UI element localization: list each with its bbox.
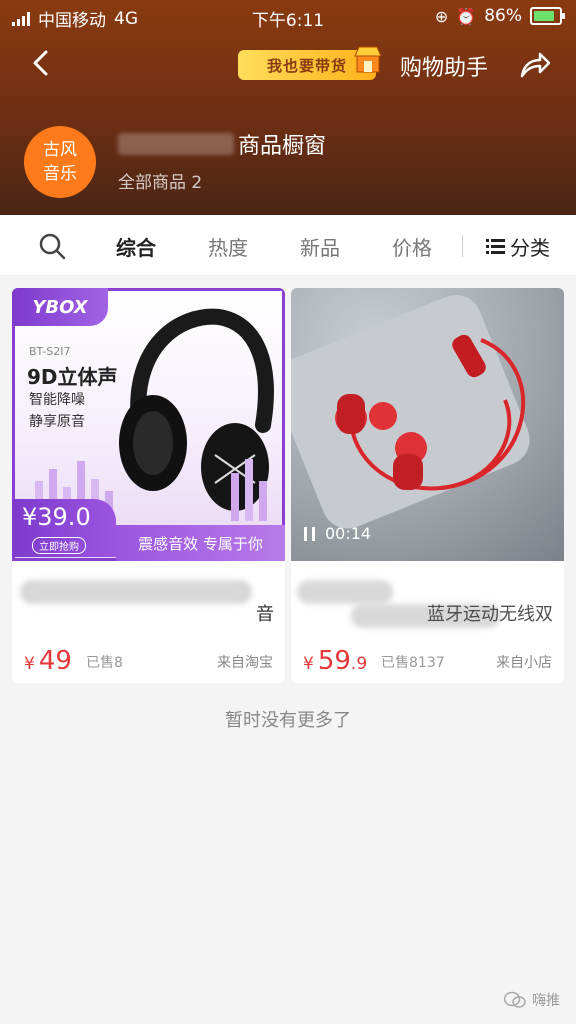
price-integer: 49 [38, 646, 72, 676]
slogan-text: 震感音效 专属于你 [138, 534, 263, 553]
product-title: 蓝牙运动无线双 耳入耳挂脖式耳机【所有手 [303, 570, 553, 630]
product-title-text: 音 乐游戏运动型跑步耳麦电脑 [256, 604, 274, 625]
source-label: 来自小店 [496, 655, 552, 671]
search-icon[interactable] [38, 232, 66, 260]
lock-rotation-icon: ⊕ [434, 6, 449, 26]
feature-text-2: 静享原音 [29, 414, 85, 430]
price-decimal: .9 [350, 654, 368, 674]
model-text: BT-S2I7 [29, 345, 71, 358]
promo-label: 我也要带货 [266, 56, 347, 75]
no-more-text: 暂时没有更多了 [225, 710, 351, 731]
shop-product-count: 全部商品 2 [118, 173, 203, 193]
shopping-assistant-button[interactable]: 购物助手 [400, 50, 488, 82]
currency-symbol: ¥ [24, 654, 35, 674]
battery-icon [530, 7, 565, 25]
tab-comprehensive[interactable]: 综合 [116, 232, 156, 261]
price-tag-overlay: ¥39.0 立即抢购 [12, 499, 116, 557]
slogan-bar: 震感音效 专属于你 [116, 525, 285, 561]
promo-button[interactable]: 我也要带货 [238, 46, 382, 80]
wechat-icon [504, 991, 526, 1008]
headline-text: 9D立体声 [27, 365, 118, 389]
product-image[interactable]: YBOX BT-S2I7 9D立体声 智能降噪 静享原音 ¥39.0 立即抢购 … [12, 288, 285, 561]
tab-new[interactable]: 新品 [300, 232, 340, 261]
share-icon[interactable] [518, 50, 552, 80]
feature-text-1: 智能降噪 [29, 392, 85, 408]
product-price: ¥ 59 .9 [303, 646, 367, 676]
shop-avatar[interactable]: 古风 音乐 [24, 126, 96, 198]
product-card[interactable]: 00:14 蓝牙运动无线双 耳入耳挂脖式耳机【所有手 ¥ 59 .9 已售813… [291, 288, 564, 683]
product-title: 音 乐游戏运动型跑步耳麦电脑 [24, 570, 274, 630]
video-duration: 00:14 [325, 524, 372, 543]
earphones-illustration [291, 294, 530, 529]
battery-percent: 86% [484, 6, 522, 26]
category-label: 分类 [510, 236, 550, 260]
avatar-text-line2: 音乐 [43, 164, 77, 184]
product-image[interactable]: 00:14 [291, 288, 564, 561]
watermark-text: 嗨推 [532, 993, 560, 1009]
overlay-price: ¥39.0 [22, 503, 91, 531]
avatar-text-line1: 古风 [43, 140, 77, 160]
status-bar: 中国移动 4G 下午6:11 ⊕ ⏰ 86% [0, 0, 576, 32]
currency-symbol: ¥ [303, 654, 314, 674]
shop-title: 商品橱窗 [118, 128, 326, 160]
video-badge: 00:14 [303, 524, 371, 543]
shop-title-suffix: 商品橱窗 [238, 134, 327, 159]
alarm-icon: ⏰ [456, 6, 477, 26]
price-integer: 59 [317, 646, 351, 676]
store-icon [354, 46, 382, 73]
category-button[interactable]: 分类 [486, 232, 550, 261]
source-label: 来自淘宝 [217, 655, 273, 671]
top-nav: 我也要带货 购物助手 [0, 42, 576, 86]
brand-badge: YBOX [12, 288, 108, 326]
brand-logo-text: YBOX [32, 296, 88, 318]
tab-divider [462, 235, 463, 257]
product-card[interactable]: YBOX BT-S2I7 9D立体声 智能降噪 静享原音 ¥39.0 立即抢购 … [12, 288, 285, 683]
list-icon [486, 238, 505, 254]
pause-icon [304, 526, 315, 541]
watermark: 嗨推 [504, 990, 560, 1010]
filter-tabs: 综合 热度 新品 价格 分类 [0, 215, 576, 276]
product-title-text: 蓝牙运动无线双 耳入耳挂脖式耳机【所有手 [427, 604, 553, 625]
shop-header: 中国移动 4G 下午6:11 ⊕ ⏰ 86% 我也要带货 购物助手 古风 音乐 … [0, 0, 576, 215]
product-price: ¥ 49 [24, 646, 72, 676]
back-arrow-icon[interactable] [26, 48, 56, 78]
sold-count: 已售8 [86, 655, 123, 671]
tab-popularity[interactable]: 热度 [208, 232, 248, 261]
sold-count: 已售8137 [381, 655, 445, 671]
redacted-shop-name [118, 133, 234, 155]
tab-price[interactable]: 价格 [392, 232, 432, 261]
buy-now-badge: 立即抢购 [32, 537, 86, 554]
